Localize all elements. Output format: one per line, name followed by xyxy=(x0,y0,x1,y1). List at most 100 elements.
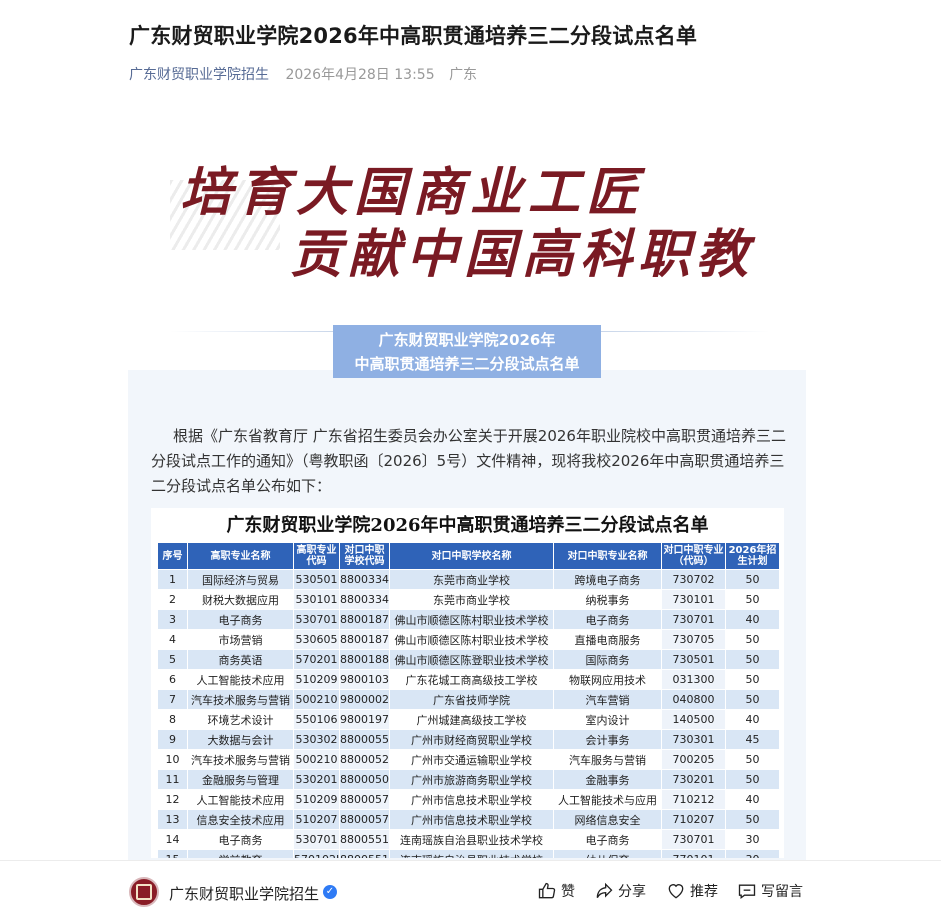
account-avatar[interactable] xyxy=(129,877,159,907)
table-cell: 8800057 xyxy=(339,789,390,810)
comment-button[interactable]: 写留言 xyxy=(737,881,803,901)
table-cell: 10 xyxy=(157,749,188,770)
table-row: 13 信息安全技术应用 510207 8800057 广州市信息技术职业学校 网络信息安全… xyxy=(157,809,780,830)
header-cell: 对口中职专业（代码） xyxy=(661,542,726,570)
table-cell: 纳税事务 xyxy=(553,589,662,610)
table-cell: 530101 xyxy=(293,589,340,610)
table-cell: 570102K xyxy=(293,849,340,858)
table-cell: 15 xyxy=(157,849,188,858)
section-badge: 广东财贸职业学院2026年 中高职贯通培养三二分段试点名单 xyxy=(333,325,601,378)
table-cell: 5 xyxy=(157,649,188,670)
table-cell: 物联网应用技术 xyxy=(553,669,662,690)
table-cell: 电子商务 xyxy=(553,609,662,630)
table-cell: 12 xyxy=(157,789,188,810)
table-cell: 环境艺术设计 xyxy=(187,709,294,730)
table-cell: 730301 xyxy=(661,729,726,750)
table-cell: 信息安全技术应用 xyxy=(187,809,294,830)
table-row: 7 汽车技术服务与营销 500210 9800002 广东省技师学院 汽车营销 040800… xyxy=(157,689,780,710)
table-cell: 730705 xyxy=(661,629,726,650)
table-cell: 30 xyxy=(725,849,780,858)
comment-label: 写留言 xyxy=(761,884,803,900)
table-cell: 2 xyxy=(157,589,188,610)
table-cell: 50 xyxy=(725,749,780,770)
table-cell: 佛山市顺德区陈村职业技术学校 xyxy=(389,629,554,650)
table-cell: 730701 xyxy=(661,609,726,630)
table-cell: 530501 xyxy=(293,569,340,590)
table-cell: 8800334 xyxy=(339,569,390,590)
table-image[interactable]: 广东财贸职业学院2026年中高职贯通培养三二分段试点名单 序号 高职专业名称 高… xyxy=(151,508,784,858)
comment-icon xyxy=(738,884,756,899)
table-cell: 金融服务与管理 xyxy=(187,769,294,790)
table-cell: 730101 xyxy=(661,589,726,610)
table-cell: 550106 xyxy=(293,709,340,730)
table-cell: 770101 xyxy=(661,849,726,858)
logo-mark-icon xyxy=(136,884,152,900)
table-cell: 040800 xyxy=(661,689,726,710)
share-button[interactable]: 分享 xyxy=(594,881,646,901)
table-cell: 汽车技术服务与营销 xyxy=(187,749,294,770)
table-cell: 031300 xyxy=(661,669,726,690)
table-cell: 连南瑶族自治县职业技术学校 xyxy=(389,849,554,858)
table-cell: 跨境电子商务 xyxy=(553,569,662,590)
publish-date: 2026年4月28日 13:55 xyxy=(285,67,435,83)
table-cell: 8 xyxy=(157,709,188,730)
table-cell: 8800334 xyxy=(339,589,390,610)
table-row: 2 财税大数据应用 530101 8800334 东莞市商业学校 纳税事务 730101 50 xyxy=(157,589,780,610)
share-icon xyxy=(596,882,613,898)
table-body: 1 国际经济与贸易 530501 8800334 东莞市商业学校 跨境电子商务 730702… xyxy=(157,569,780,858)
table-row: 3 电子商务 530701 8800187 佛山市顺德区陈村职业技术学校 电子商务 7307… xyxy=(157,609,780,630)
table-cell: 730501 xyxy=(661,649,726,670)
table-cell: 710212 xyxy=(661,789,726,810)
table-cell: 市场营销 xyxy=(187,629,294,650)
table-cell: 电子商务 xyxy=(187,609,294,630)
badge-line-1: 广东财贸职业学院2026年 xyxy=(378,331,556,349)
table-row: 4 市场营销 530605 8800187 佛山市顺德区陈村职业技术学校 直播电商服务 73… xyxy=(157,629,780,650)
table-cell: 广州城建高级技工学校 xyxy=(389,709,554,730)
table-cell: 510209 xyxy=(293,669,340,690)
table-cell: 710207 xyxy=(661,809,726,830)
pilot-list-table: 序号 高职专业名称 高职专业代码 对口中职学校代码 对口中职学校名称 对口中职专… xyxy=(157,542,780,858)
table-row: 5 商务英语 570201 8800188 佛山市顺德区陈登职业技术学校 国际商务 7305… xyxy=(157,649,780,670)
table-cell: 510209 xyxy=(293,789,340,810)
header-cell: 序号 xyxy=(157,542,188,570)
table-cell: 广州市信息技术职业学校 xyxy=(389,809,554,830)
table-cell: 人工智能技术与应用 xyxy=(553,789,662,810)
table-cell: 1 xyxy=(157,569,188,590)
table-cell: 7 xyxy=(157,689,188,710)
table-cell: 网络信息安全 xyxy=(553,809,662,830)
table-cell: 500210 xyxy=(293,689,340,710)
table-cell: 3 xyxy=(157,609,188,630)
table-cell: 730702 xyxy=(661,569,726,590)
table-row: 1 国际经济与贸易 530501 8800334 东莞市商业学校 跨境电子商务 730702… xyxy=(157,569,780,590)
table-cell: 直播电商服务 xyxy=(553,629,662,650)
table-cell: 700205 xyxy=(661,749,726,770)
table-cell: 广州市旅游商务职业学校 xyxy=(389,769,554,790)
table-cell: 佛山市顺德区陈登职业技术学校 xyxy=(389,649,554,670)
table-cell: 幼儿保育 xyxy=(553,849,662,858)
table-cell: 汽车服务与营销 xyxy=(553,749,662,770)
table-cell: 50 xyxy=(725,589,780,610)
slogan-banner: 培育大国商业工匠 贡献中国高科职教 xyxy=(170,140,770,290)
header-cell: 高职专业名称 xyxy=(187,542,294,570)
table-cell: 8800187 xyxy=(339,629,390,650)
table-cell: 汽车技术服务与营销 xyxy=(187,689,294,710)
table-row: 10 汽车技术服务与营销 500210 8800052 广州市交通运输职业学校 汽车服务与… xyxy=(157,749,780,770)
publish-location: 广东 xyxy=(449,67,478,83)
table-cell: 530302 xyxy=(293,729,340,750)
table-cell: 国际经济与贸易 xyxy=(187,569,294,590)
header-cell: 对口中职专业名称 xyxy=(553,542,662,570)
account-link[interactable]: 广东财贸职业学院招生 xyxy=(129,67,269,83)
verified-icon: ✓ xyxy=(323,885,337,899)
table-cell: 45 xyxy=(725,729,780,750)
header-cell: 对口中职学校代码 xyxy=(339,542,390,570)
table-row: 8 环境艺术设计 550106 9800197 广州城建高级技工学校 室内设计 140500… xyxy=(157,709,780,730)
table-cell: 大数据与会计 xyxy=(187,729,294,750)
recommend-button[interactable]: 推荐 xyxy=(666,881,718,901)
table-row: 14 电子商务 530701 8800551 连南瑶族自治县职业技术学校 电子商务 7307… xyxy=(157,829,780,850)
like-button[interactable]: 赞 xyxy=(537,881,575,901)
bottom-account-name[interactable]: 广东财贸职业学院招生 xyxy=(169,883,319,904)
table-cell: 11 xyxy=(157,769,188,790)
table-cell: 广州市交通运输职业学校 xyxy=(389,749,554,770)
table-cell: 9800103 xyxy=(339,669,390,690)
table-cell: 9800197 xyxy=(339,709,390,730)
